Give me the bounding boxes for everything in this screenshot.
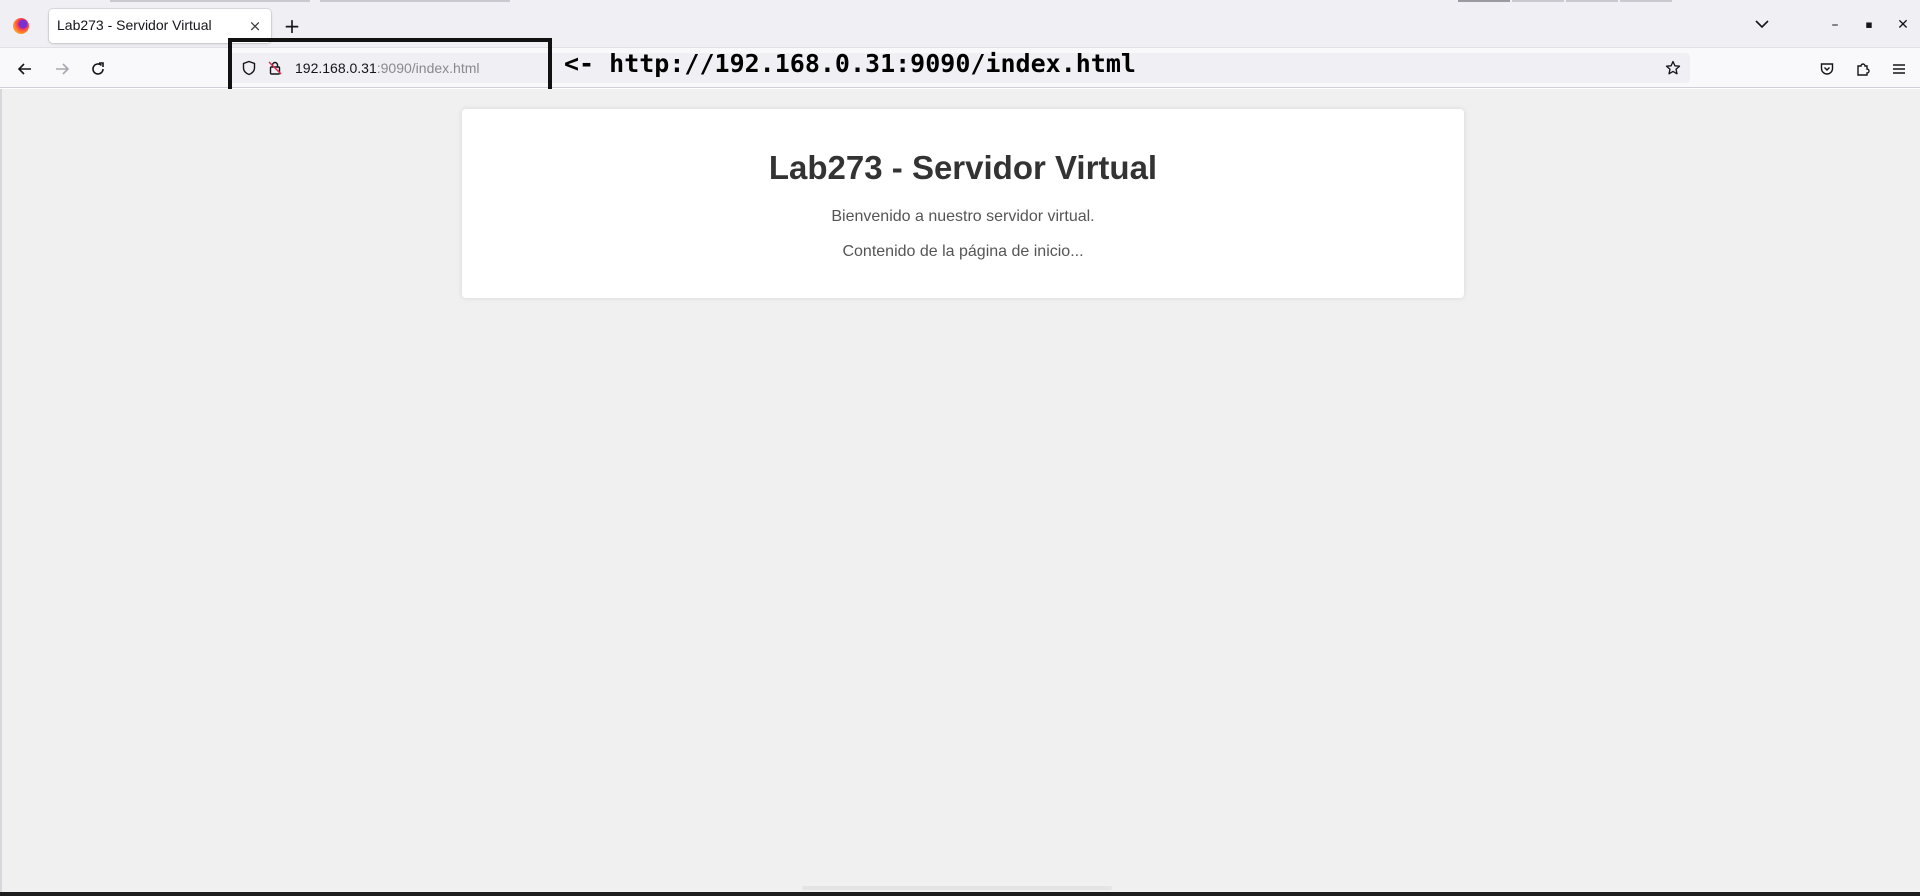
- tab-strip-indicator: [320, 0, 510, 2]
- content-card: Lab273 - Servidor Virtual Bienvenido a n…: [462, 109, 1464, 298]
- reload-icon[interactable]: [85, 56, 111, 82]
- page-viewport: Lab273 - Servidor Virtual Bienvenido a n…: [2, 89, 1920, 892]
- new-tab-icon[interactable]: +: [280, 14, 304, 38]
- tab-strip-indicator: [1620, 0, 1672, 2]
- arrow-left-icon[interactable]: [12, 56, 38, 82]
- content-text: Contenido de la página de inicio...: [842, 243, 1084, 260]
- page-title: Lab273 - Servidor Virtual: [768, 149, 1158, 186]
- close-icon[interactable]: ✕: [1892, 14, 1914, 36]
- tab-title: Lab273 - Servidor Virtual: [57, 17, 212, 33]
- chevron-down-icon[interactable]: [1752, 14, 1772, 34]
- menu-icon[interactable]: [1886, 56, 1912, 82]
- tab-strip-indicator: [1458, 0, 1510, 2]
- maximize-icon[interactable]: ▪: [1858, 14, 1880, 36]
- tab-strip-indicator: [1512, 0, 1564, 2]
- url-highlight-box: [228, 38, 552, 93]
- window-bottom-border: [0, 892, 1920, 896]
- extensions-icon[interactable]: [1850, 56, 1876, 82]
- welcome-text: Bienvenido a nuestro servidor virtual.: [831, 208, 1095, 225]
- firefox-logo-icon: [13, 18, 29, 34]
- browser-window: Lab273 - Servidor Virtual × + – ▪ ✕ 192.…: [0, 0, 1920, 896]
- bookmark-star-icon[interactable]: [1664, 59, 1682, 77]
- tab-close-icon[interactable]: ×: [245, 16, 265, 36]
- arrow-right-icon[interactable]: [49, 56, 75, 82]
- pocket-icon[interactable]: [1814, 56, 1840, 82]
- tab-strip-indicator: [1566, 0, 1618, 2]
- tab-strip-indicator: [110, 0, 310, 2]
- annotation-text: <- http://192.168.0.31:9090/index.html: [564, 49, 1136, 78]
- scroll-indicator: [802, 886, 1112, 890]
- minimize-icon[interactable]: –: [1824, 14, 1846, 36]
